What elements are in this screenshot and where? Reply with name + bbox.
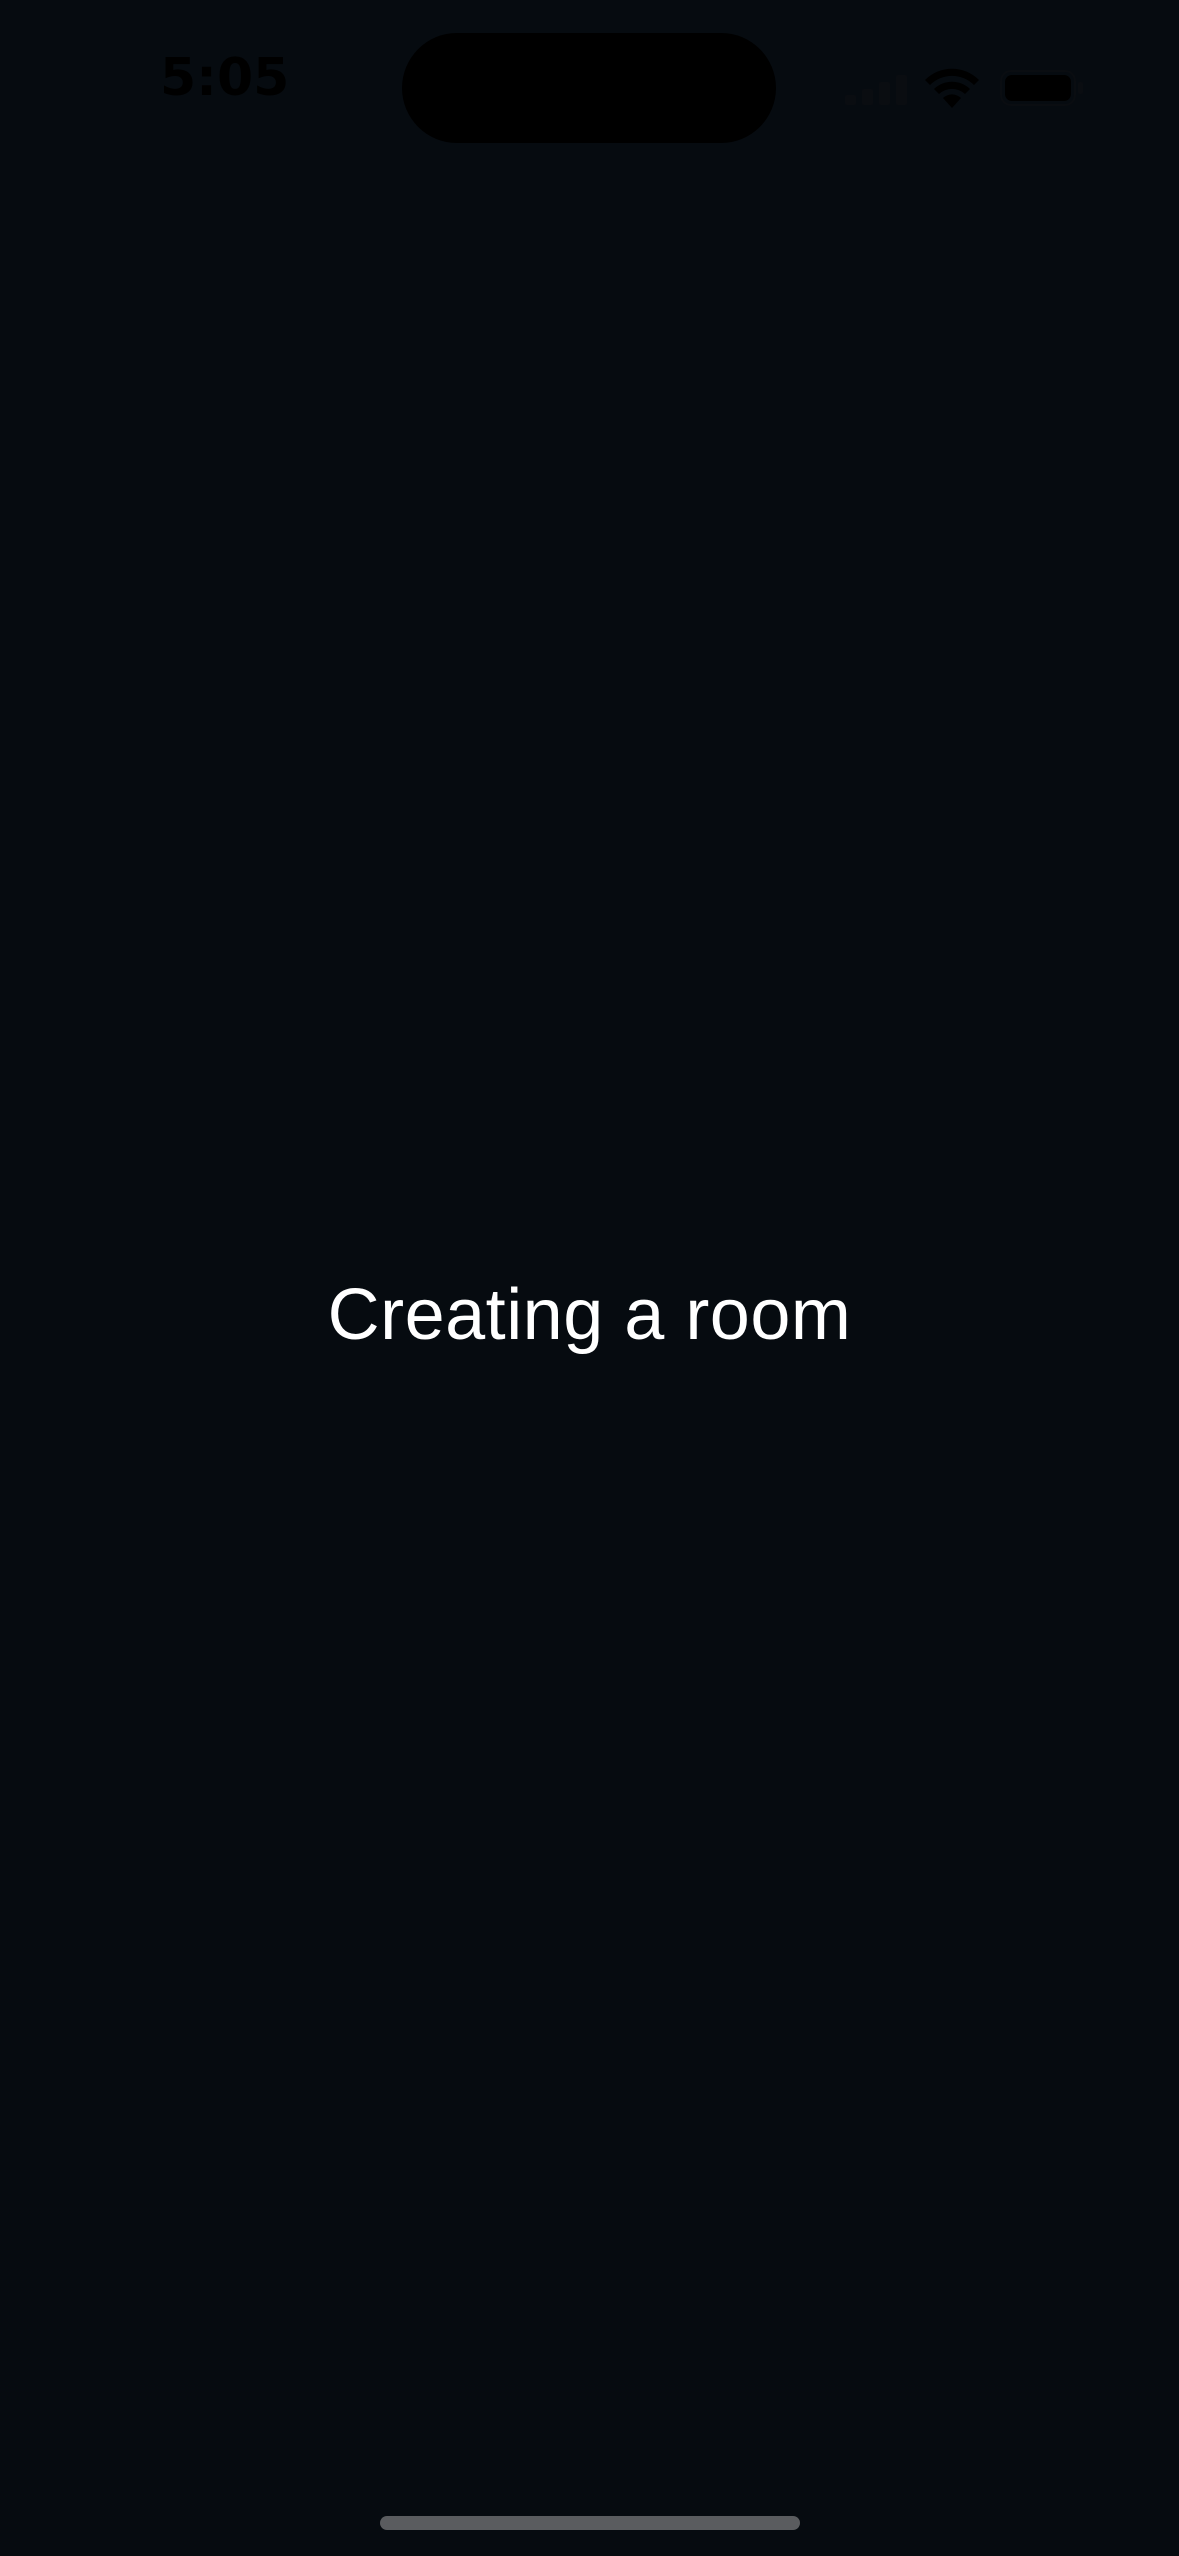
dynamic-island	[402, 33, 776, 143]
wifi-icon	[925, 68, 979, 108]
loading-message: Creating a room	[327, 1275, 852, 1355]
cellular-signal-icon	[845, 75, 907, 105]
status-bar-time: 5:05	[160, 48, 290, 108]
battery-icon	[1000, 70, 1083, 106]
screen: 5:05 Creating a room	[0, 0, 1179, 2556]
home-indicator[interactable]	[380, 2516, 800, 2530]
